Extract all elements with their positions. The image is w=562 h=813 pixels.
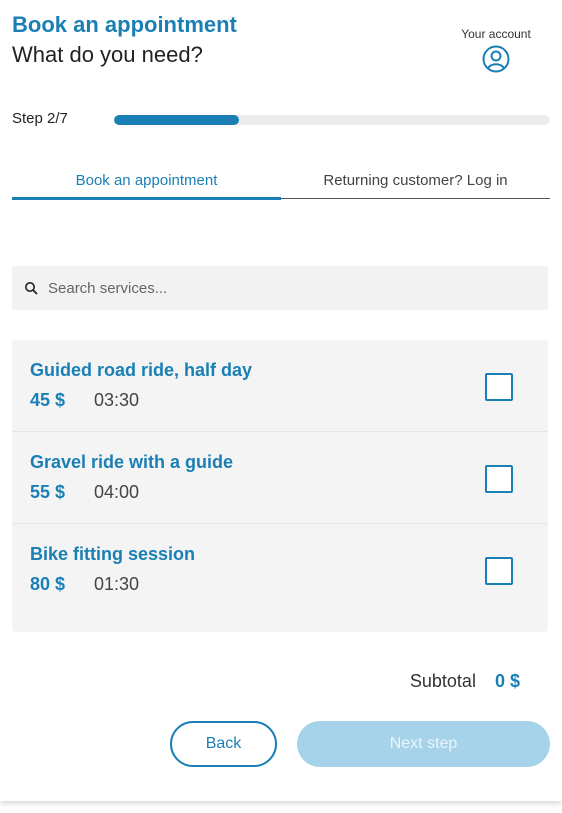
page-title: Book an appointment	[12, 12, 237, 37]
next-step-button[interactable]: Next step	[297, 721, 550, 767]
service-checkbox[interactable]	[485, 373, 513, 401]
booking-card: Book an appointment What do you need? Yo…	[0, 0, 562, 801]
service-name: Guided road ride, half day	[30, 360, 253, 380]
service-name: Bike fitting session	[30, 544, 196, 564]
service-duration: 04:00	[94, 482, 140, 502]
subtotal-value: 0 $	[494, 671, 520, 691]
service-price: 45 $	[30, 390, 66, 410]
search-bar	[12, 266, 548, 310]
service-price: 55 $	[30, 482, 66, 502]
step-indicator: Step 2/7	[12, 110, 68, 127]
tab-returning-customer-login[interactable]: Returning customer? Log in	[281, 168, 550, 198]
account-label: Your account	[461, 27, 531, 41]
service-name: Gravel ride with a guide	[30, 452, 234, 472]
service-duration: 01:30	[94, 574, 140, 594]
service-checkbox[interactable]	[485, 465, 513, 493]
search-icon	[25, 282, 38, 295]
progress-bar-fill	[114, 115, 239, 125]
service-item[interactable]: Guided road ride, half day 45 $ 03:30	[12, 340, 548, 432]
subtotal-label: Subtotal	[409, 671, 476, 691]
subtotal: Subtotal 0 $	[410, 671, 520, 692]
service-price: 80 $	[30, 574, 66, 594]
service-checkbox[interactable]	[485, 557, 513, 585]
services-list: Guided road ride, half day 45 $ 03:30 Gr…	[12, 340, 548, 632]
search-input[interactable]	[48, 279, 548, 297]
service-item[interactable]: Gravel ride with a guide 55 $ 04:00	[12, 432, 548, 524]
page-subtitle: What do you need?	[12, 42, 203, 67]
progress-bar	[114, 115, 550, 125]
back-button[interactable]: Back	[170, 721, 277, 767]
user-circle-icon	[482, 45, 510, 73]
account-button[interactable]: Your account	[456, 27, 536, 73]
service-duration: 03:30	[94, 390, 140, 410]
tab-book-appointment[interactable]: Book an appointment	[12, 168, 281, 200]
service-item[interactable]: Bike fitting session 80 $ 01:30	[12, 524, 548, 632]
tab-bar: Book an appointment Returning customer? …	[12, 168, 550, 200]
